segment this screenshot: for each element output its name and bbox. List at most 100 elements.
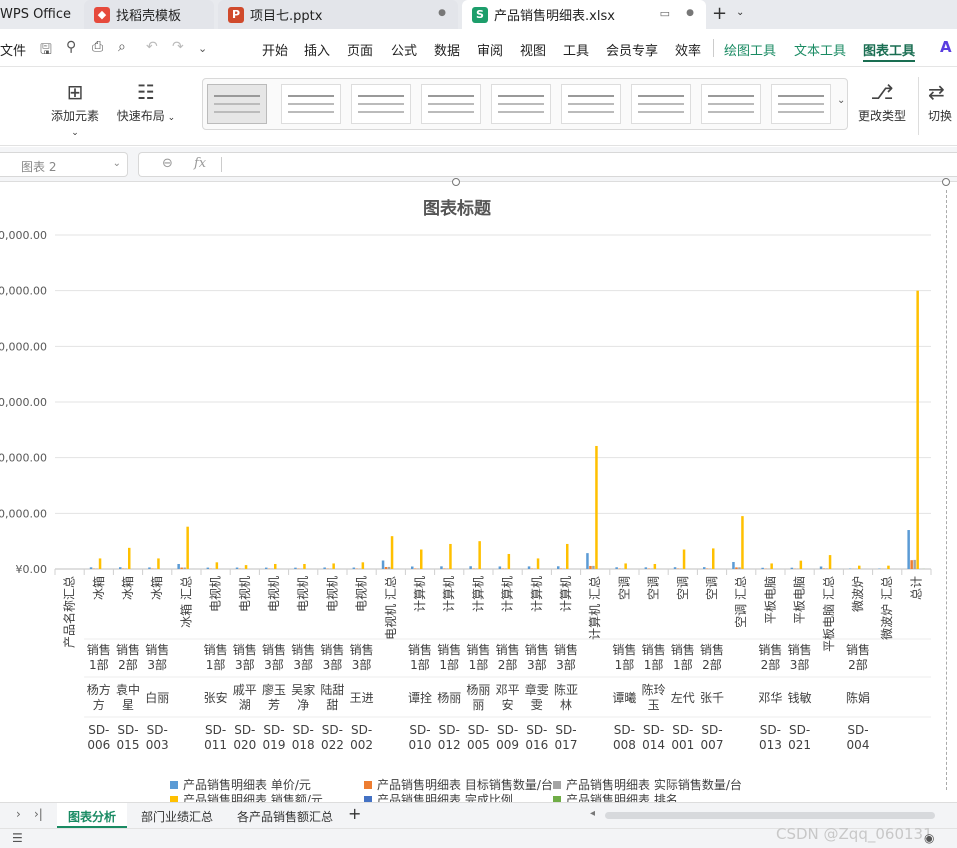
menu-text-tools[interactable]: 文本工具: [794, 40, 846, 59]
switch-row-col-button[interactable]: ⇄ 切换: [928, 77, 957, 124]
prev-sheet-icon[interactable]: ›: [16, 807, 21, 821]
category-name-label: 芳: [268, 698, 280, 712]
quick-layout-button[interactable]: ☷ 快速布局 ⌄: [116, 77, 176, 124]
menu-drawing-tools[interactable]: 绘图工具: [724, 40, 776, 59]
menu-member[interactable]: 会员专享: [606, 40, 658, 59]
legend-item[interactable]: 产品销售明细表 销售额/元: [170, 791, 323, 802]
sheet-tab-dept-summary[interactable]: 部门业绩汇总: [141, 808, 213, 825]
chart-style-thumb[interactable]: [281, 84, 341, 124]
category-name-label: 章雯: [525, 682, 549, 697]
menu-file[interactable]: 文件: [0, 40, 26, 59]
tab-xlsx[interactable]: S 产品销售明细表.xlsx ▭ ●: [462, 0, 706, 29]
category-product-label: 电视机: [208, 576, 223, 612]
category-dept-label: 3部: [293, 657, 313, 672]
bar: [501, 568, 505, 569]
bar: [653, 563, 657, 569]
print-preview-icon[interactable]: ⌕: [118, 39, 126, 55]
category-product-label: 计算机: [558, 576, 573, 612]
fx-icon[interactable]: fx: [194, 156, 206, 171]
category-name-label: 陈娟: [846, 690, 870, 705]
category-id-label: 019: [263, 738, 286, 752]
chart-style-thumb[interactable]: [771, 84, 831, 124]
gallery-expand-icon[interactable]: ⌄: [837, 95, 845, 106]
category-product-label: 微波炉 汇总: [880, 576, 894, 640]
ai-icon[interactable]: A: [940, 38, 952, 56]
undo-icon[interactable]: ↶: [146, 39, 158, 55]
change-type-button[interactable]: ⎇ 更改类型: [854, 77, 910, 124]
horizontal-scrollbar[interactable]: [605, 812, 935, 819]
tab-dot-icon[interactable]: ●: [438, 8, 446, 18]
last-sheet-icon[interactable]: ›|: [34, 807, 43, 821]
chart-style-thumb[interactable]: [351, 84, 411, 124]
category-dept-label: 3部: [556, 657, 576, 672]
sheet-tab-product-summary[interactable]: 各产品销售额汇总: [237, 808, 333, 825]
category-dept-label: 销售: [700, 642, 724, 657]
eye-protection-icon[interactable]: ◉: [924, 831, 934, 845]
category-id-label: SD-: [614, 723, 635, 737]
menu-data[interactable]: 数据: [434, 40, 460, 59]
scroll-left-icon[interactable]: ◂: [590, 808, 595, 819]
category-product-label: 微波炉: [851, 576, 865, 612]
chart-area[interactable]: ¥0.00 00,000.00 00,000.00 00,000.00 00,000.0…: [0, 178, 957, 802]
menu-chart-tools[interactable]: 图表工具: [863, 40, 915, 59]
tab-wps-office[interactable]: WPS Office: [0, 0, 80, 29]
category-dept-label: 销售: [350, 642, 374, 657]
y-tick-label: 00,000.00: [0, 340, 47, 353]
category-id-label: SD-: [555, 723, 576, 737]
legend-item[interactable]: 产品销售明细表 排名: [553, 791, 678, 802]
new-tab-icon[interactable]: +: [712, 3, 727, 24]
add-sheet-icon[interactable]: +: [348, 804, 361, 823]
menu-formula[interactable]: 公式: [391, 40, 417, 59]
menu-tools[interactable]: 工具: [563, 40, 589, 59]
menu-page[interactable]: 页面: [347, 40, 373, 59]
menu-home[interactable]: 开始: [262, 40, 288, 59]
chart-title[interactable]: 图表标题: [0, 194, 914, 219]
format-painter-icon[interactable]: ⚲: [66, 39, 76, 55]
sheet-tab-chart-analysis[interactable]: 图表分析: [57, 803, 127, 828]
bar: [244, 565, 248, 569]
menu-efficiency[interactable]: 效率: [675, 40, 701, 59]
legend-item[interactable]: 产品销售明细表 完成比例: [364, 791, 513, 802]
category-product-label: 电视机: [266, 576, 281, 612]
redo-icon[interactable]: ↷: [172, 39, 184, 55]
chart-legend[interactable]: 产品销售明细表 单价/元 产品销售明细表 目标销售数量/台 产品销售明细表 实际销售…: [170, 776, 790, 802]
chart-style-thumb[interactable]: [631, 84, 691, 124]
name-box-chevron-icon[interactable]: ⌄: [113, 158, 121, 169]
bar: [916, 290, 919, 569]
menu-review[interactable]: 审阅: [477, 40, 503, 59]
chart-style-thumb[interactable]: [491, 84, 551, 124]
bar: [887, 565, 890, 569]
chart-style-thumb[interactable]: [561, 84, 621, 124]
tab-pptx[interactable]: P 项目七.pptx ●: [218, 0, 458, 29]
category-product-label: 空调: [705, 576, 719, 600]
formula-bar: 图表 2 ⌄ ⊖ fx: [0, 147, 957, 182]
tab-find-template[interactable]: ◆ 找稻壳模板: [84, 0, 214, 29]
chart-style-thumb[interactable]: [701, 84, 761, 124]
chevron-down-icon[interactable]: ⌄: [736, 7, 744, 18]
status-macro-icon[interactable]: ☰: [12, 831, 23, 845]
chart-resize-handle[interactable]: [942, 178, 950, 186]
add-element-button[interactable]: ⊞ 添加元素 ⌄: [46, 77, 104, 138]
bar: [414, 568, 417, 569]
save-icon[interactable]: 🖫: [40, 39, 52, 63]
formula-input[interactable]: ⊖ fx: [138, 152, 957, 177]
category-name-label: 钱敏: [788, 690, 812, 705]
chart-resize-handle[interactable]: [452, 178, 460, 186]
more-chevron-icon[interactable]: ⌄: [198, 42, 207, 55]
chart-style-thumb[interactable]: [421, 84, 481, 124]
category-dept-label: 2部: [761, 657, 781, 672]
menu-insert[interactable]: 插入: [304, 40, 330, 59]
menu-view[interactable]: 视图: [520, 40, 546, 59]
window-mode-icon[interactable]: ▭: [660, 7, 670, 20]
print-icon[interactable]: ⎙: [92, 39, 103, 55]
tab-label: 产品销售明细表.xlsx: [494, 9, 615, 24]
bar: [819, 566, 823, 569]
category-id-label: 020: [233, 738, 256, 752]
zoom-search-icon[interactable]: ⊖: [162, 156, 173, 171]
category-product-label: 计算机 汇总: [587, 576, 602, 640]
tab-dot-icon[interactable]: ●: [686, 8, 694, 18]
category-name-label: 雯: [531, 698, 543, 712]
name-box[interactable]: 图表 2 ⌄: [0, 152, 128, 177]
category-name-label: 王进: [350, 691, 374, 705]
chart-style-thumb[interactable]: [207, 84, 267, 124]
